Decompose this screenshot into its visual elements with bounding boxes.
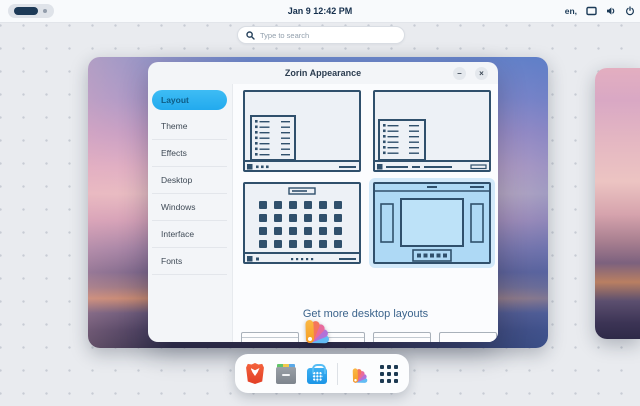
sidebar-item-interface[interactable]: Interface bbox=[152, 221, 227, 248]
sidebar-item-effects[interactable]: Effects bbox=[152, 140, 227, 167]
extra-layout-option-4[interactable] bbox=[439, 332, 497, 342]
clock[interactable]: Jan 9 12:42 PM bbox=[0, 0, 640, 22]
activities-overview: Jan 9 12:42 PM en, Zorin Appearance – × bbox=[0, 0, 640, 406]
dock bbox=[235, 354, 409, 393]
file-drawer-icon[interactable] bbox=[275, 363, 297, 385]
software-store-icon[interactable] bbox=[306, 363, 328, 385]
sidebar-item-layout[interactable]: Layout bbox=[152, 90, 227, 110]
zorin-appearance-window[interactable]: Zorin Appearance – × Layout Theme Effect… bbox=[148, 62, 498, 342]
sidebar-item-desktop[interactable]: Desktop bbox=[152, 167, 227, 194]
display-icon[interactable] bbox=[586, 6, 597, 16]
layout-panel: Get more desktop layouts bbox=[233, 84, 498, 342]
close-button[interactable]: × bbox=[475, 67, 488, 80]
layout-option-windows-app-menu[interactable] bbox=[243, 90, 361, 172]
window-title: Zorin Appearance bbox=[284, 68, 362, 78]
sidebar-item-fonts[interactable]: Fonts bbox=[152, 248, 227, 275]
brave-browser-icon[interactable] bbox=[244, 363, 266, 385]
minimize-button[interactable]: – bbox=[453, 67, 466, 80]
sidebar-item-windows[interactable]: Windows bbox=[152, 194, 227, 221]
zorin-appearance-icon[interactable] bbox=[303, 312, 337, 346]
search-bar[interactable] bbox=[237, 26, 405, 44]
titlebar[interactable]: Zorin Appearance – × bbox=[148, 62, 498, 84]
layout-option-windows-window-list[interactable] bbox=[373, 90, 491, 172]
zorin-appearance-dock-icon[interactable] bbox=[347, 363, 369, 385]
next-workspace-preview[interactable] bbox=[595, 68, 640, 339]
dock-separator bbox=[337, 362, 338, 385]
app-grid-icon[interactable] bbox=[378, 363, 400, 385]
search-icon bbox=[246, 30, 255, 40]
layout-option-gnome-activities[interactable] bbox=[373, 182, 491, 264]
extra-layout-option-1[interactable] bbox=[241, 332, 299, 342]
layout-option-touch-grid[interactable] bbox=[243, 182, 361, 264]
top-bar: Jan 9 12:42 PM en, bbox=[0, 0, 640, 23]
extra-layout-option-3[interactable] bbox=[373, 332, 431, 342]
layout-option-gnome-selected-highlight bbox=[369, 178, 495, 268]
sidebar-item-theme[interactable]: Theme bbox=[152, 113, 227, 140]
system-tray[interactable]: en, bbox=[565, 0, 635, 22]
keyboard-layout-indicator[interactable]: en, bbox=[565, 6, 577, 16]
more-layouts-row bbox=[241, 332, 497, 342]
power-icon[interactable] bbox=[625, 6, 635, 16]
search-input[interactable] bbox=[260, 29, 404, 41]
settings-sidebar: Layout Theme Effects Desktop Windows Int… bbox=[148, 84, 233, 342]
get-more-layouts-link[interactable]: Get more desktop layouts bbox=[233, 308, 498, 320]
volume-icon[interactable] bbox=[606, 6, 616, 16]
